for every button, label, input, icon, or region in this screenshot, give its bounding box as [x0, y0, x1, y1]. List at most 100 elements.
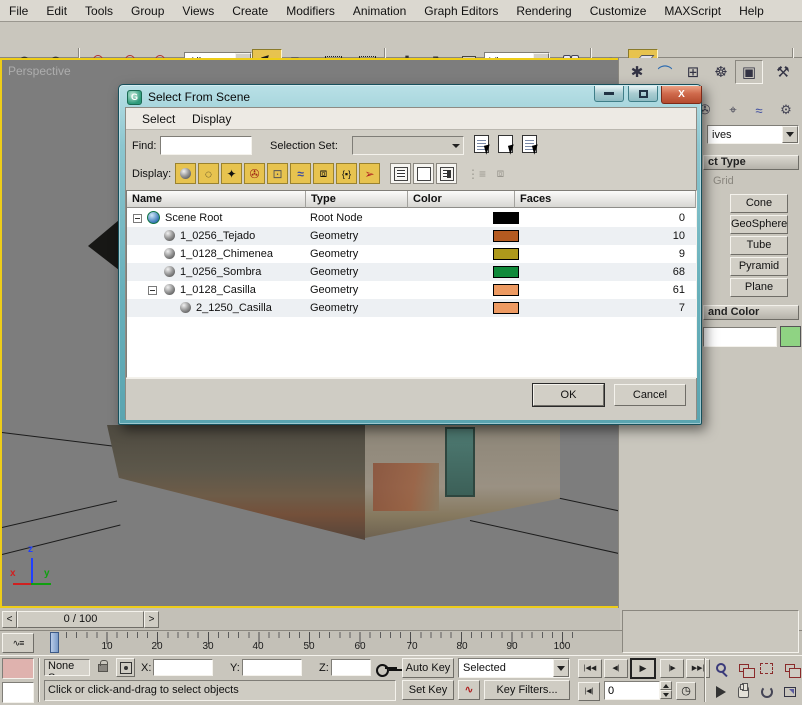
- display-shapes-toggle[interactable]: ◌: [198, 163, 219, 184]
- dropdown-arrow-icon[interactable]: [782, 126, 798, 143]
- display-invert-button[interactable]: [436, 163, 457, 184]
- keyboard-shortcut-key-icon[interactable]: [376, 664, 398, 674]
- menu-edit[interactable]: Edit: [37, 1, 76, 21]
- display-geometry-toggle[interactable]: [175, 163, 196, 184]
- table-row[interactable]: 1_0256_Tejado Geometry 10: [127, 227, 697, 245]
- tab-hierarchy[interactable]: ⊞: [679, 60, 707, 84]
- selection-set-dropdown[interactable]: [352, 136, 464, 155]
- next-frame-button[interactable]: |▶: [660, 659, 684, 678]
- dialog-menu-display[interactable]: Display: [192, 112, 231, 126]
- set-key-button[interactable]: Set Key: [402, 680, 454, 700]
- maxscript-mini-listener-pink[interactable]: [2, 658, 34, 679]
- select-invert-button[interactable]: [522, 135, 537, 153]
- select-none-button[interactable]: [498, 135, 513, 153]
- display-cameras-toggle[interactable]: ✇: [244, 163, 265, 184]
- menu-customize[interactable]: Customize: [581, 1, 656, 21]
- zoom-all-button[interactable]: [733, 658, 754, 678]
- selection-lock-toggle[interactable]: [98, 660, 108, 672]
- menu-rendering[interactable]: Rendering: [507, 1, 580, 21]
- ok-button[interactable]: OK: [533, 384, 604, 406]
- cancel-button[interactable]: Cancel: [614, 384, 686, 406]
- z-coordinate-input[interactable]: [331, 659, 371, 676]
- zoom-button[interactable]: [710, 658, 731, 678]
- tab-display[interactable]: ▣: [735, 60, 763, 84]
- auto-key-button[interactable]: Auto Key: [402, 658, 454, 678]
- minimize-button[interactable]: [594, 86, 624, 102]
- time-slider-prev-button[interactable]: <: [2, 611, 17, 628]
- menu-views[interactable]: Views: [173, 1, 223, 21]
- cone-button[interactable]: Cone: [730, 194, 788, 213]
- orbit-button[interactable]: [756, 682, 777, 702]
- display-space-warps-toggle[interactable]: ≈: [290, 163, 311, 184]
- absolute-offset-toggle[interactable]: [116, 658, 135, 677]
- zoom-extents-button[interactable]: [756, 658, 777, 678]
- maximize-button[interactable]: [628, 86, 658, 102]
- time-slider-next-button[interactable]: >: [144, 611, 159, 628]
- collapse-expander-icon[interactable]: [148, 286, 157, 295]
- category-helpers[interactable]: ⌖: [721, 100, 745, 120]
- viewport-label[interactable]: Perspective: [8, 64, 71, 78]
- column-header-faces[interactable]: Faces: [515, 191, 696, 208]
- menu-modifiers[interactable]: Modifiers: [277, 1, 344, 21]
- primitive-category-dropdown[interactable]: ives: [707, 125, 799, 144]
- table-row[interactable]: 1_0256_Sombra Geometry 68: [127, 263, 697, 281]
- display-groups-toggle[interactable]: ⧈: [313, 163, 334, 184]
- y-coordinate-input[interactable]: [242, 659, 302, 676]
- track-bar-frame-handle[interactable]: [50, 632, 59, 653]
- menu-animation[interactable]: Animation: [344, 1, 415, 21]
- key-filters-button[interactable]: Key Filters...: [484, 680, 570, 700]
- table-row[interactable]: Scene Root Root Node 0: [127, 209, 697, 227]
- time-slider-value[interactable]: 0 / 100: [17, 611, 144, 628]
- mini-curve-editor-button[interactable]: ∿≡: [2, 633, 34, 653]
- object-color-swatch[interactable]: [780, 326, 801, 347]
- column-header-type[interactable]: Type: [306, 191, 408, 208]
- default-in-out-tangents-button[interactable]: ∿: [458, 680, 480, 700]
- tab-motion[interactable]: ☸: [707, 60, 735, 84]
- track-bar-ruler[interactable]: 0 10 20 30 40 50 60 70 80 90 100: [36, 632, 581, 655]
- table-row[interactable]: 2_1250_Casilla Geometry 7: [127, 299, 697, 317]
- display-none-button[interactable]: [413, 163, 434, 184]
- tab-create[interactable]: ✱: [623, 60, 651, 84]
- tab-modify[interactable]: ⌒: [651, 60, 679, 84]
- maxscript-mini-listener-white[interactable]: [2, 682, 34, 703]
- display-bones-toggle[interactable]: ➢: [359, 163, 380, 184]
- current-frame-input[interactable]: [604, 681, 660, 700]
- category-space-warps[interactable]: ≈: [747, 100, 771, 120]
- table-row[interactable]: 1_0128_Chimenea Geometry 9: [127, 245, 697, 263]
- close-button[interactable]: X: [661, 86, 702, 104]
- display-xrefs-toggle[interactable]: {▪}: [336, 163, 357, 184]
- pyramid-button[interactable]: Pyramid: [730, 257, 788, 276]
- column-header-color[interactable]: Color: [408, 191, 515, 208]
- dialog-menu-select[interactable]: Select: [142, 112, 175, 126]
- display-all-button[interactable]: [390, 163, 411, 184]
- play-button[interactable]: ▶: [630, 658, 656, 679]
- field-of-view-button[interactable]: [710, 682, 731, 702]
- collapse-expander-icon[interactable]: [133, 214, 142, 223]
- previous-frame-button[interactable]: ◀|: [604, 659, 628, 678]
- go-to-end-button[interactable]: ▶▶|: [686, 659, 710, 678]
- menu-group[interactable]: Group: [122, 1, 173, 21]
- zoom-extents-all-button[interactable]: [779, 658, 800, 678]
- table-row[interactable]: 1_0128_Casilla Geometry 61: [127, 281, 697, 299]
- menu-create[interactable]: Create: [223, 1, 277, 21]
- plane-button[interactable]: Plane: [730, 278, 788, 297]
- select-all-button[interactable]: [474, 135, 489, 153]
- display-helpers-toggle[interactable]: ⊡: [267, 163, 288, 184]
- time-configuration-button[interactable]: ◷: [676, 682, 696, 700]
- find-input[interactable]: [160, 136, 252, 155]
- tube-button[interactable]: Tube: [730, 236, 788, 255]
- x-coordinate-input[interactable]: [153, 659, 213, 676]
- menu-graph-editors[interactable]: Graph Editors: [415, 1, 507, 21]
- frame-spinner[interactable]: [660, 681, 672, 700]
- dropdown-arrow-icon[interactable]: [553, 659, 569, 677]
- menu-file[interactable]: File: [0, 1, 37, 21]
- column-header-name[interactable]: Name: [127, 191, 306, 208]
- name-and-color-rollout[interactable]: and Color: [703, 305, 799, 320]
- geosphere-button[interactable]: GeoSphere: [730, 215, 788, 234]
- maximize-viewport-toggle[interactable]: [779, 682, 800, 702]
- dialog-title-bar[interactable]: G Select From Scene: [127, 88, 250, 106]
- object-name-field[interactable]: [703, 327, 777, 347]
- category-systems[interactable]: ⚙: [774, 100, 798, 120]
- tab-utilities[interactable]: ⚒: [769, 60, 797, 84]
- menu-maxscript[interactable]: MAXScript: [655, 1, 730, 21]
